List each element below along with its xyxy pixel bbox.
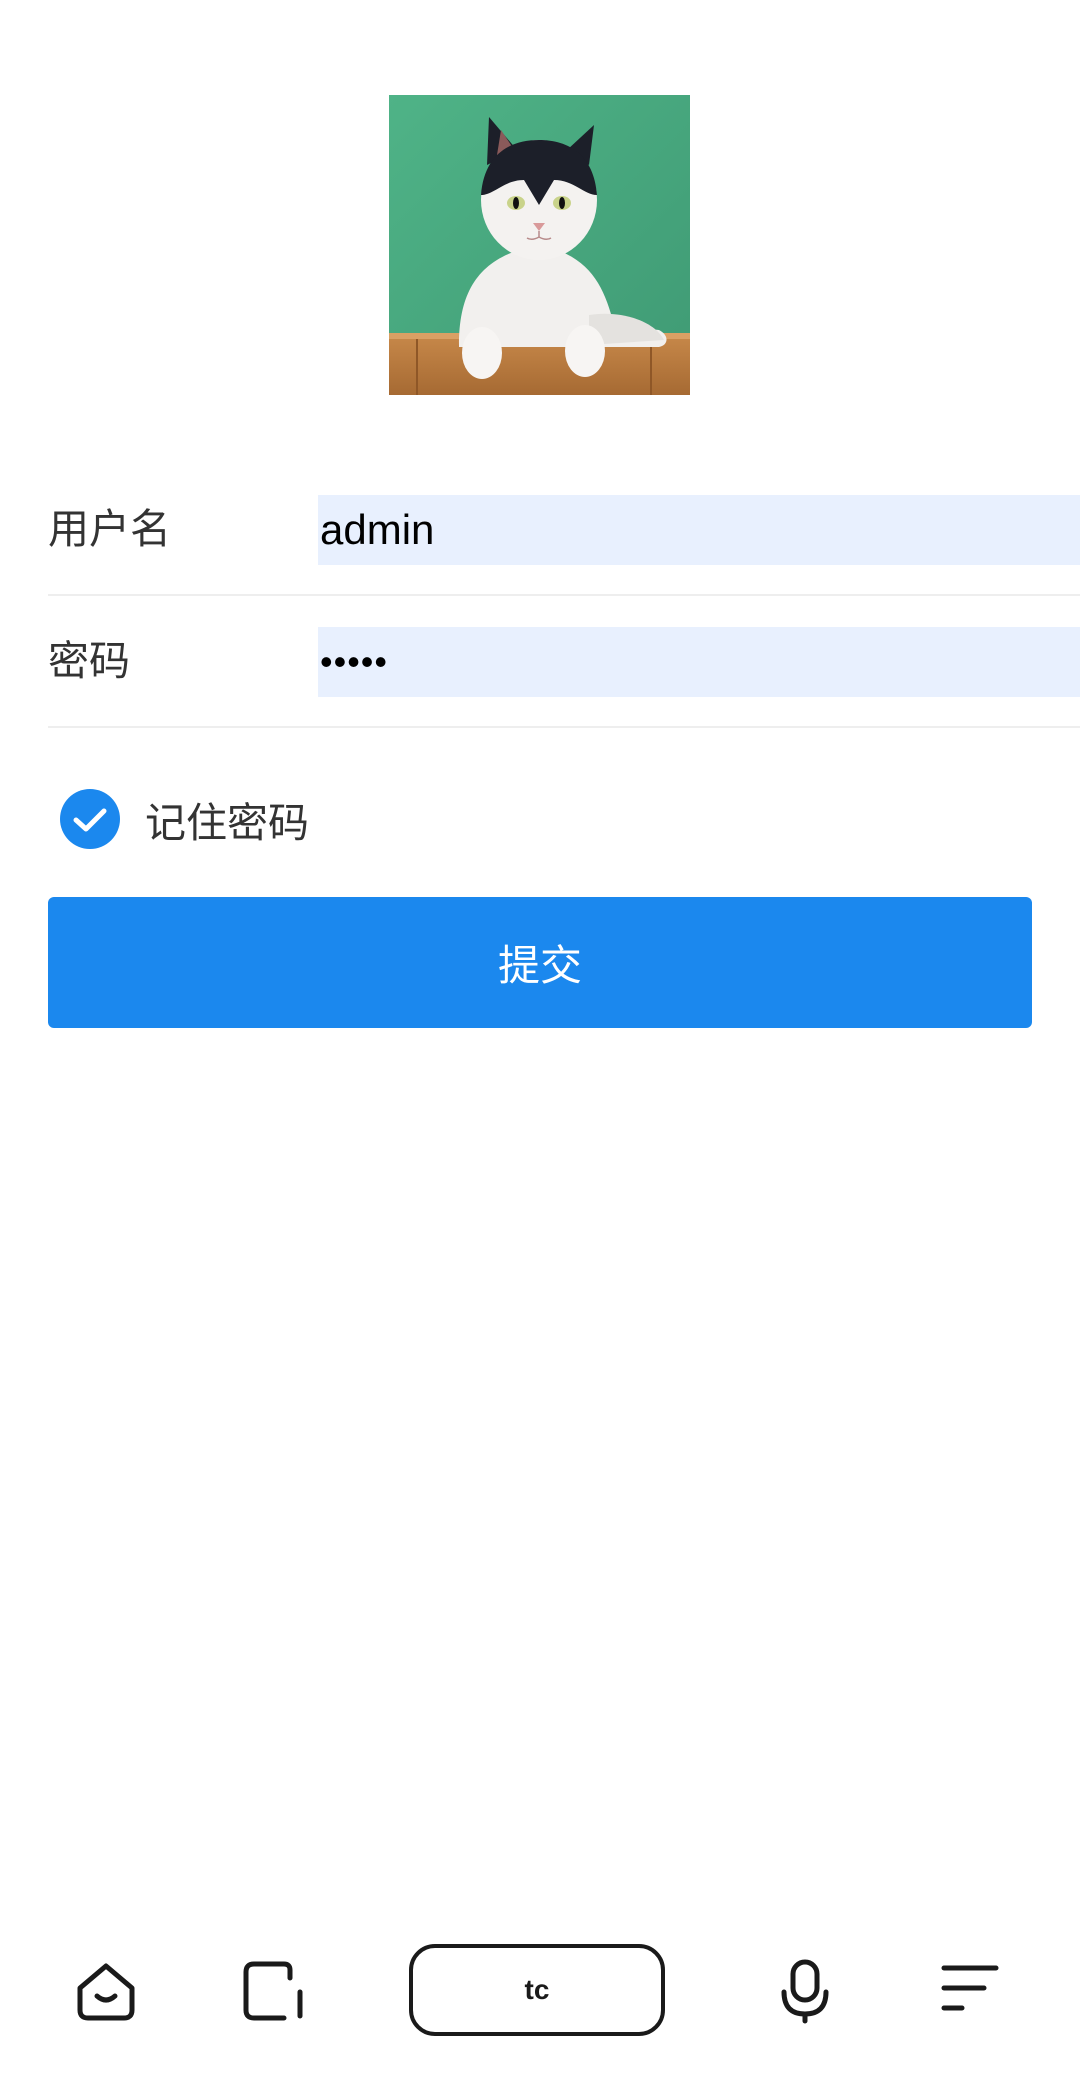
checkmark-icon[interactable]: [60, 789, 120, 849]
password-row: 密码: [48, 596, 1080, 728]
avatar: [389, 95, 690, 395]
username-input[interactable]: [318, 495, 1080, 565]
recent-apps-icon[interactable]: [240, 1958, 306, 2024]
remember-password-label[interactable]: 记住密码: [145, 789, 309, 849]
bottom-navigation-bar: tc: [0, 1918, 1080, 2082]
submit-button[interactable]: 提交: [48, 897, 1032, 1028]
remember-password-checkbox[interactable]: 记住密码: [60, 788, 309, 850]
tc-button[interactable]: tc: [409, 1944, 665, 2036]
home-icon[interactable]: [73, 1958, 139, 2024]
username-label: 用户名: [48, 505, 171, 553]
password-label: 密码: [48, 637, 130, 685]
password-input[interactable]: [318, 627, 1080, 697]
tc-label: tc: [524, 1974, 550, 2005]
menu-icon[interactable]: [940, 1958, 1000, 2018]
cat-photo-icon: [389, 95, 690, 395]
microphone-icon[interactable]: [778, 1958, 832, 2024]
login-page: 用户名 密码 记住密码 提交 tc: [0, 0, 1080, 2082]
username-row: 用户名: [48, 464, 1080, 596]
